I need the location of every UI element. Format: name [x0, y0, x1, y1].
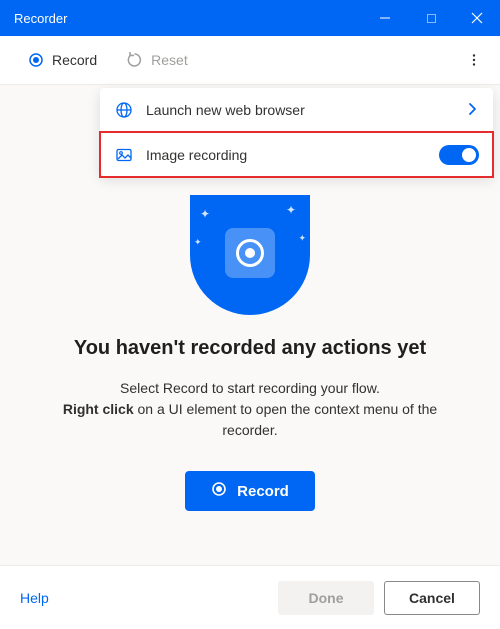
empty-state-description: Select Record to start recording your fl…	[0, 378, 500, 441]
image-recording-item[interactable]: Image recording	[100, 132, 493, 176]
record-button-label: Record	[237, 483, 289, 500]
window-title: Recorder	[14, 11, 362, 26]
more-vertical-icon	[467, 53, 481, 67]
reset-label: Reset	[151, 52, 188, 68]
footer: Help Done Cancel	[0, 565, 500, 629]
toolbar: Record Reset	[0, 36, 500, 84]
minimize-button[interactable]	[362, 0, 408, 36]
desc-line1: Select Record to start recording your fl…	[120, 380, 380, 396]
titlebar: Recorder	[0, 0, 500, 36]
done-button: Done	[278, 581, 374, 615]
minimize-icon	[379, 12, 391, 24]
empty-state-illustration: ✦ ✦ ✦ ✦	[190, 195, 310, 315]
globe-icon	[114, 101, 134, 119]
close-button[interactable]	[454, 0, 500, 36]
image-recording-toggle[interactable]	[439, 145, 479, 165]
desc-bold: Right click	[63, 401, 134, 417]
launch-browser-label: Launch new web browser	[146, 102, 453, 118]
record-icon	[28, 52, 44, 68]
more-options-button[interactable]	[458, 53, 490, 67]
record-button[interactable]: Record	[185, 471, 315, 511]
help-link[interactable]: Help	[20, 590, 49, 606]
chevron-right-icon	[465, 102, 479, 119]
launch-browser-item[interactable]: Launch new web browser	[100, 88, 493, 132]
maximize-icon	[426, 13, 437, 24]
image-icon	[114, 146, 134, 164]
window-controls	[362, 0, 500, 36]
close-icon	[471, 12, 483, 24]
options-dropdown: Launch new web browser Image recording	[100, 88, 493, 176]
maximize-button[interactable]	[408, 0, 454, 36]
cancel-button[interactable]: Cancel	[384, 581, 480, 615]
reset-icon	[127, 52, 143, 68]
reset-tool-button[interactable]: Reset	[119, 46, 196, 74]
empty-state-title: You haven't recorded any actions yet	[74, 337, 426, 360]
desc-line2: on a UI element to open the context menu…	[134, 401, 438, 438]
record-tool-button[interactable]: Record	[20, 46, 105, 74]
image-recording-label: Image recording	[146, 147, 427, 163]
content-area: Launch new web browser Image recording ✦…	[0, 84, 500, 565]
record-icon	[211, 481, 227, 501]
record-label: Record	[52, 52, 97, 68]
